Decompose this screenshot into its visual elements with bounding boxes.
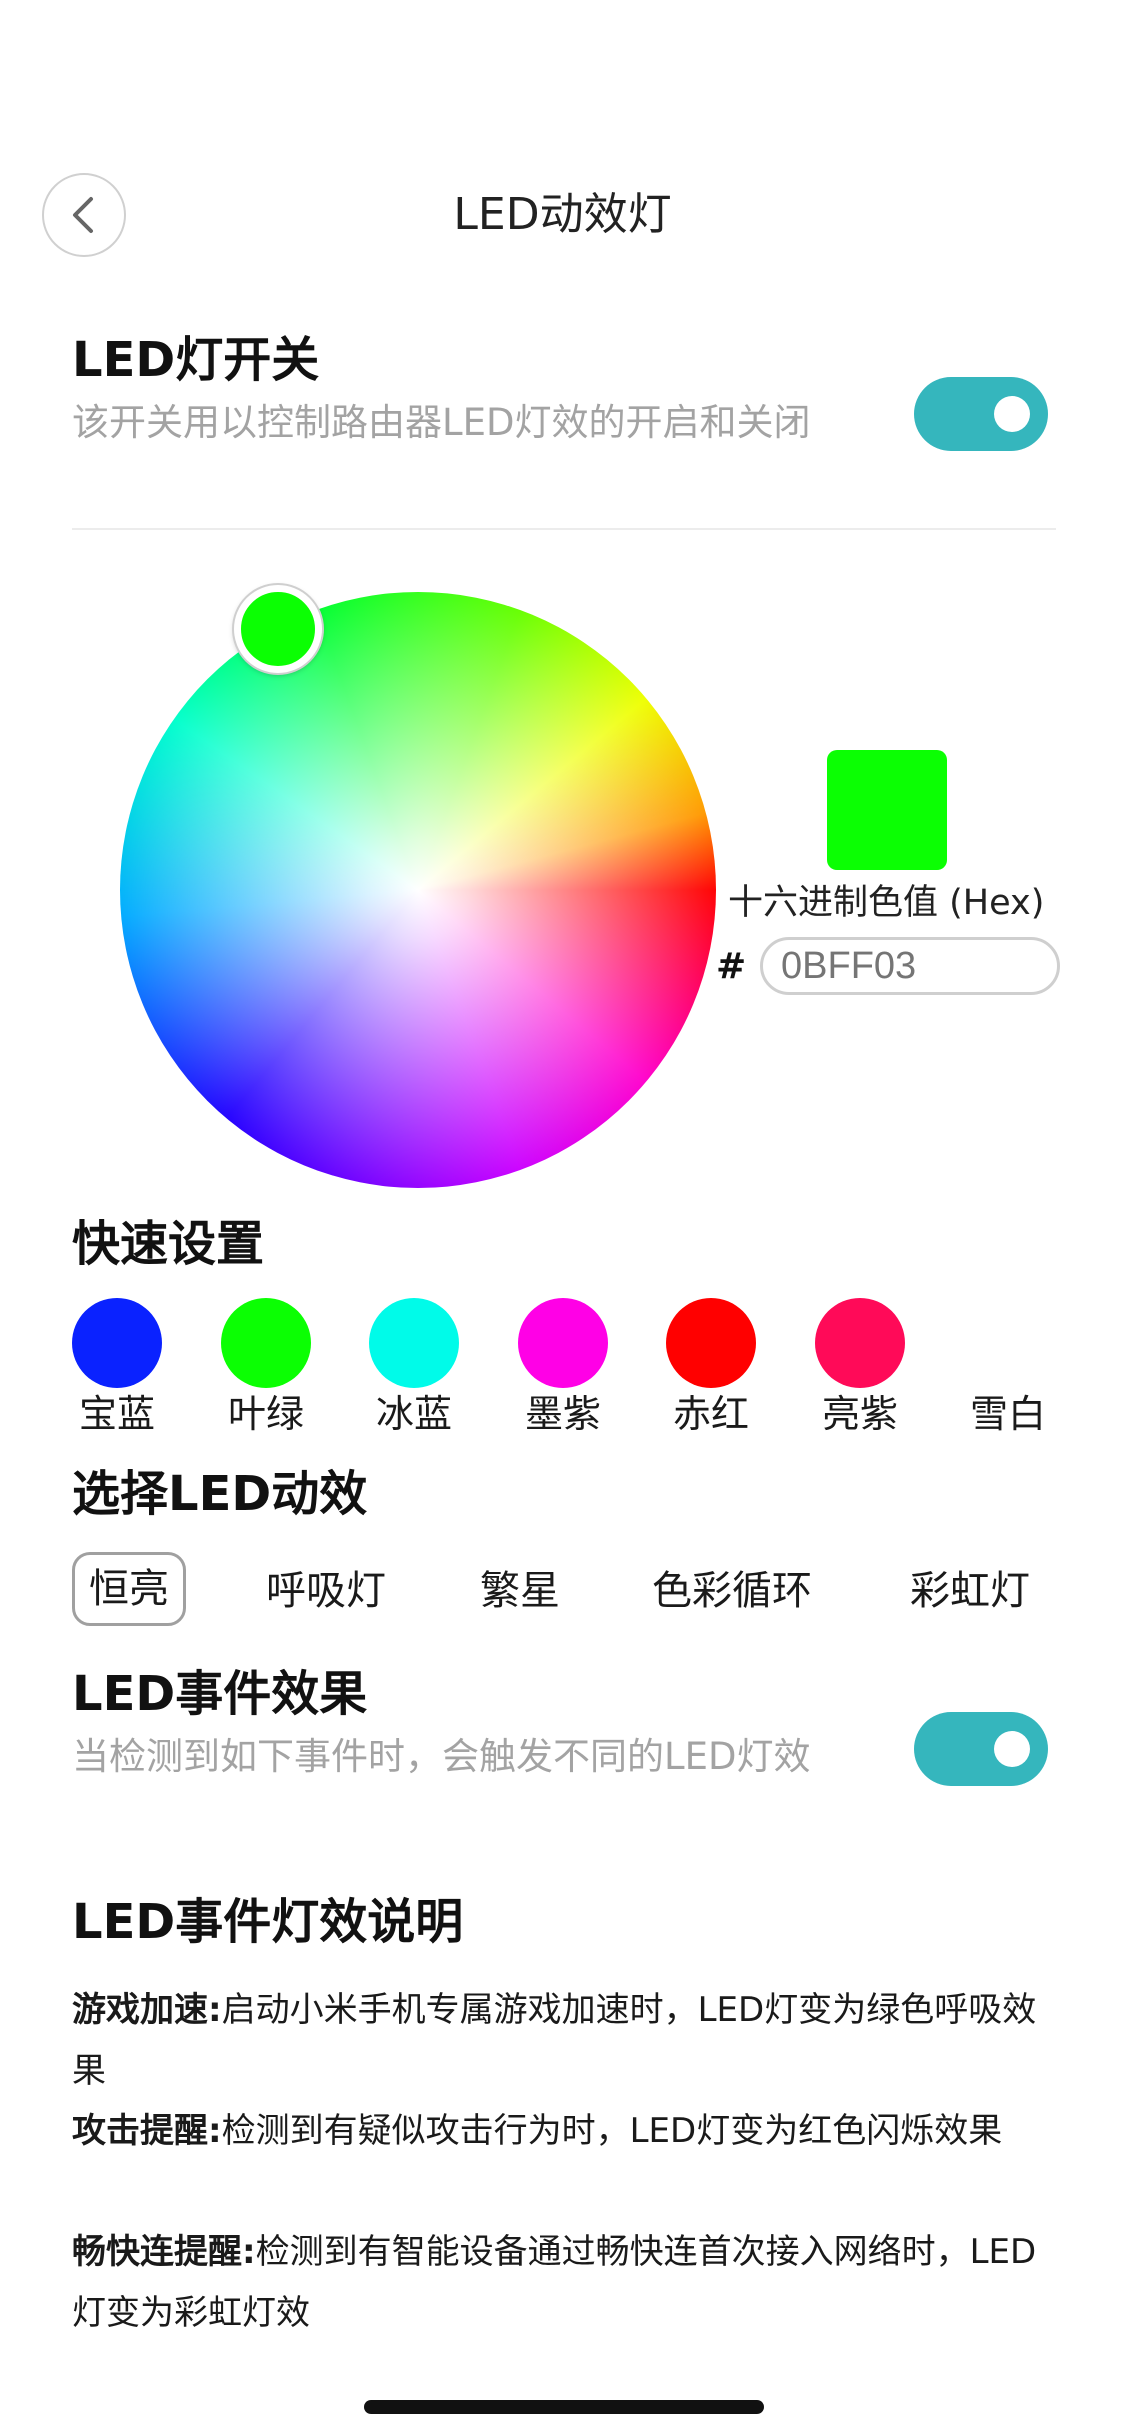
quick-color-label: 宝蓝 — [78, 1392, 155, 1436]
event-info-title: LED事件灯效说明 — [72, 1894, 464, 1950]
color-wheel[interactable] — [120, 592, 716, 1188]
effects-title: 选择LED动效 — [72, 1466, 368, 1522]
quick-color-swatch[interactable] — [72, 1298, 162, 1388]
event-info-text: 检测到有疑似攻击行为时，LED灯变为红色闪烁效果 — [221, 2111, 1003, 2151]
effect-option-stars[interactable]: 繁星 — [480, 1563, 560, 1619]
quick-color-swatch[interactable] — [369, 1298, 459, 1388]
page-title: LED动效灯 — [453, 189, 672, 240]
event-effects-description: 当检测到如下事件时，会触发不同的LED灯效 — [72, 1735, 811, 1778]
color-wheel-handle[interactable] — [234, 585, 322, 673]
led-switch-description: 该开关用以控制路由器LED灯效的开启和关闭 — [72, 401, 811, 444]
quick-color-swatch[interactable] — [518, 1298, 608, 1388]
quick-color-swatch[interactable] — [815, 1298, 905, 1388]
event-info-item-quickconnect: 畅快连提醒:检测到有智能设备通过畅快连首次接入网络时，LED灯变为彩虹灯效 — [72, 2222, 1062, 2344]
led-switch-title: LED灯开关 — [72, 332, 320, 388]
quick-color-label: 亮紫 — [821, 1392, 898, 1436]
color-preview-swatch — [827, 750, 947, 870]
event-effects-title: LED事件效果 — [72, 1666, 368, 1722]
quick-color-swatch[interactable] — [666, 1298, 756, 1388]
quick-color-label: 墨紫 — [524, 1392, 601, 1436]
home-indicator — [364, 2400, 764, 2414]
hash-symbol: # — [716, 946, 747, 987]
event-info-item-attack: 攻击提醒:检测到有疑似攻击行为时，LED灯变为红色闪烁效果 — [72, 2101, 1062, 2162]
effect-option-rainbow[interactable]: 彩虹灯 — [910, 1563, 1030, 1619]
quick-color-swatch[interactable] — [963, 1298, 1053, 1388]
event-info-name: 攻击提醒: — [72, 2111, 222, 2151]
quick-color-label: 叶绿 — [227, 1392, 304, 1436]
quick-color-label: 赤红 — [672, 1392, 749, 1436]
toggle-knob — [994, 396, 1030, 432]
quick-color-label: 冰蓝 — [375, 1392, 452, 1436]
hex-input[interactable] — [760, 937, 1060, 995]
quick-color-swatch[interactable] — [221, 1298, 311, 1388]
event-info-name: 畅快连提醒: — [72, 2232, 256, 2272]
quick-settings-title: 快速设置 — [72, 1216, 265, 1272]
divider — [72, 528, 1056, 530]
toggle-knob — [994, 1731, 1030, 1767]
event-info-name: 游戏加速: — [72, 1990, 222, 2030]
event-info-item-game: 游戏加速:启动小米手机专属游戏加速时，LED灯变为绿色呼吸效果 — [72, 1980, 1062, 2102]
effect-option-color-cycle[interactable]: 色彩循环 — [652, 1563, 812, 1619]
effect-option-breathing[interactable]: 呼吸灯 — [266, 1563, 386, 1619]
quick-color-label: 雪白 — [969, 1392, 1046, 1436]
hex-label: 十六进制色值 (Hex) — [728, 883, 1045, 923]
led-switch-toggle[interactable] — [914, 377, 1048, 451]
event-effects-toggle[interactable] — [914, 1712, 1048, 1786]
effect-option-steady[interactable]: 恒亮 — [72, 1552, 186, 1626]
